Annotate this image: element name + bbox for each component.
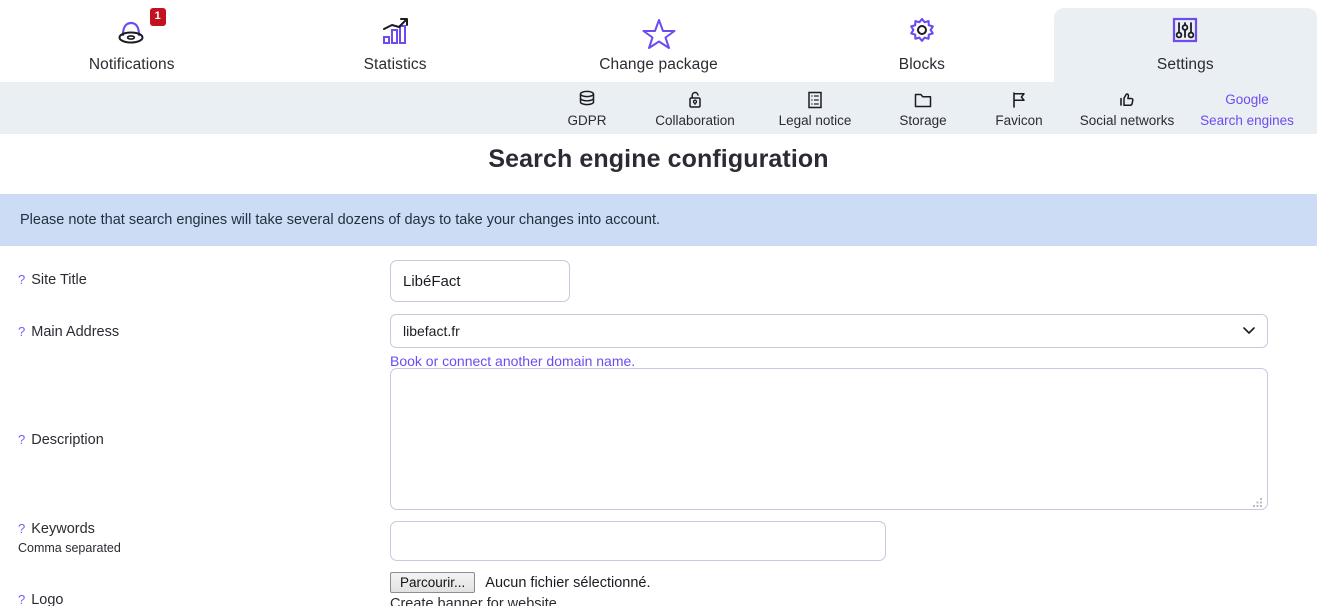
description-label: Description bbox=[31, 432, 104, 448]
main-address-selected-value: libefact.fr bbox=[403, 323, 460, 339]
browse-button[interactable]: Parcourir... bbox=[390, 572, 476, 593]
main-address-select-wrap: libefact.fr Book or connect another doma… bbox=[390, 314, 1268, 369]
subnav-item-gdpr[interactable]: GDPR bbox=[539, 89, 635, 128]
lock-open-icon bbox=[685, 89, 705, 111]
subnav-label-gdpr: GDPR bbox=[567, 112, 607, 128]
logo-upload-group: Parcourir... Aucun fichier sélectionné. … bbox=[390, 572, 651, 606]
keywords-label: Keywords bbox=[31, 521, 95, 537]
logo-file-status: Aucun fichier sélectionné. bbox=[485, 574, 651, 591]
google-label: Google bbox=[1225, 91, 1269, 107]
subnav-item-legal-notice[interactable]: Legal notice bbox=[755, 89, 875, 128]
description-label-wrap: ? Description bbox=[18, 368, 390, 448]
subnav-item-collaboration[interactable]: Collaboration bbox=[635, 89, 755, 128]
logo-label: Logo bbox=[31, 592, 64, 606]
help-icon[interactable]: ? bbox=[18, 592, 25, 606]
info-notice-banner: Please note that search engines will tak… bbox=[0, 194, 1317, 246]
info-notice-text: Please note that search engines will tak… bbox=[20, 212, 660, 228]
nav-item-statistics[interactable]: Statistics bbox=[263, 0, 526, 82]
nav-label-statistics: Statistics bbox=[363, 56, 427, 73]
nav-item-change-package[interactable]: Change package bbox=[527, 0, 790, 82]
resize-handle[interactable] bbox=[1253, 495, 1264, 507]
help-icon[interactable]: ? bbox=[18, 272, 25, 287]
document-list-icon bbox=[805, 89, 825, 111]
form-row-main-address: ? Main Address libefact.fr Book or connec… bbox=[0, 314, 1268, 369]
subnav-item-search-engines[interactable]: Google Search engines bbox=[1187, 89, 1307, 128]
form-row-logo: ? Logo Parcourir... Aucun fichier sélecti… bbox=[0, 572, 651, 606]
nav-item-notifications[interactable]: 1 Notifications bbox=[0, 0, 263, 82]
database-icon bbox=[577, 89, 597, 111]
keywords-hint: Comma separated bbox=[18, 541, 121, 555]
form-row-description: ? Description bbox=[0, 368, 1268, 510]
nav-label-notifications: Notifications bbox=[88, 56, 175, 73]
logo-label-wrap: ? Logo bbox=[18, 572, 390, 606]
site-title-label-wrap: ? Site Title bbox=[18, 260, 390, 288]
help-icon[interactable]: ? bbox=[18, 521, 25, 536]
subnav-item-storage[interactable]: Storage bbox=[875, 89, 971, 128]
sliders-icon bbox=[1167, 12, 1203, 52]
keywords-input[interactable] bbox=[390, 521, 886, 561]
label-col-logo: ? Logo bbox=[0, 572, 390, 606]
star-icon bbox=[641, 12, 677, 52]
notification-badge: 1 bbox=[149, 8, 166, 26]
subnav-item-favicon[interactable]: Favicon bbox=[971, 89, 1067, 128]
bar-chart-trend-icon bbox=[377, 12, 413, 52]
subnav-label-storage: Storage bbox=[899, 112, 947, 128]
main-address-label: Main Address bbox=[31, 324, 120, 340]
label-col-site-title: ? Site Title bbox=[0, 260, 390, 288]
primary-navigation: 1 Notifications Statistics Change packag… bbox=[0, 0, 1317, 82]
logo-banner-caption: Create banner for website bbox=[390, 596, 557, 606]
nav-label-settings: Settings bbox=[1156, 56, 1214, 73]
book-domain-link[interactable]: Book or connect another domain name. bbox=[390, 353, 1268, 369]
main-address-label-wrap: ? Main Address bbox=[18, 314, 390, 340]
form-row-keywords: ? Keywords Comma separated bbox=[0, 521, 886, 561]
label-col-main-address: ? Main Address bbox=[0, 314, 390, 340]
google-text-icon: Google bbox=[1225, 89, 1269, 111]
site-title-input[interactable] bbox=[390, 260, 570, 302]
description-textarea[interactable] bbox=[390, 368, 1268, 510]
subnav-label-legal-notice: Legal notice bbox=[778, 112, 852, 128]
subnav-label-favicon: Favicon bbox=[995, 112, 1043, 128]
subnav-label-collaboration: Collaboration bbox=[655, 112, 735, 128]
flag-icon bbox=[1008, 89, 1030, 111]
gear-icon bbox=[904, 12, 940, 52]
nav-label-change-package: Change package bbox=[599, 56, 718, 73]
settings-subnavigation: GDPR Collaboration Legal notice Storage … bbox=[0, 82, 1317, 134]
form-row-site-title: ? Site Title bbox=[0, 260, 570, 302]
site-title-label: Site Title bbox=[31, 272, 87, 288]
thumbs-up-icon bbox=[1116, 89, 1138, 111]
help-icon[interactable]: ? bbox=[18, 324, 25, 339]
logo-file-row: Parcourir... Aucun fichier sélectionné. bbox=[390, 572, 651, 593]
keywords-label-wrap: ? Keywords bbox=[18, 521, 390, 537]
nav-item-settings[interactable]: Settings bbox=[1053, 8, 1317, 82]
nav-item-blocks[interactable]: Blocks bbox=[790, 0, 1053, 82]
subnav-label-search-engines: Search engines bbox=[1200, 112, 1294, 128]
main-address-select[interactable]: libefact.fr bbox=[390, 314, 1268, 348]
subnav-label-social-networks: Social networks bbox=[1079, 112, 1175, 128]
subnav-item-social-networks[interactable]: Social networks bbox=[1067, 89, 1187, 128]
bell-icon: 1 bbox=[114, 8, 166, 52]
nav-label-blocks: Blocks bbox=[898, 56, 946, 73]
help-icon[interactable]: ? bbox=[18, 432, 25, 447]
label-col-description: ? Description bbox=[0, 368, 390, 448]
label-col-keywords: ? Keywords Comma separated bbox=[0, 521, 390, 555]
page-title: Search engine configuration bbox=[488, 145, 829, 173]
folder-icon bbox=[912, 89, 934, 111]
